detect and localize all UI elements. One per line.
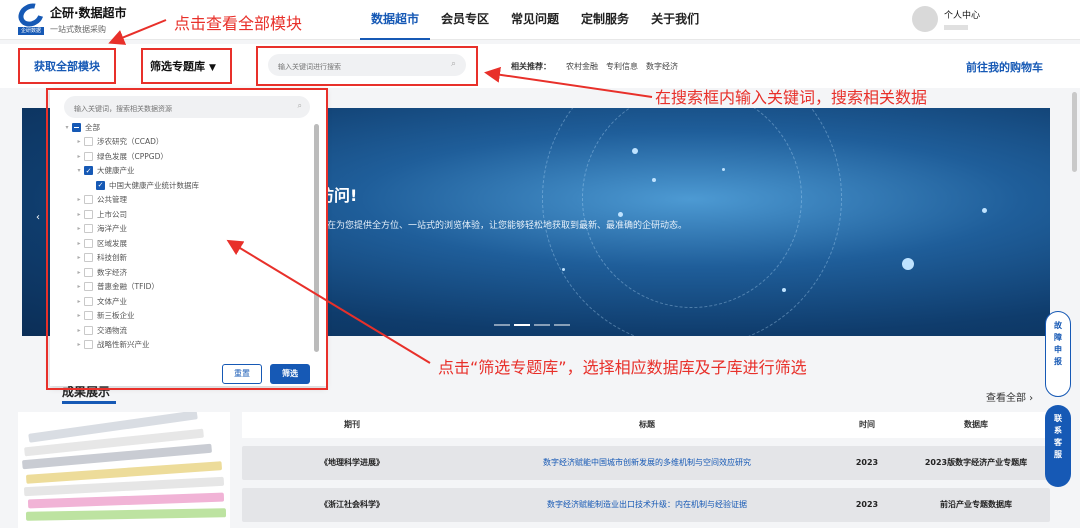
annotation-arrow (108, 19, 167, 45)
annotation-arrows (108, 19, 653, 364)
annotation-arrow (484, 66, 653, 98)
annotation-arrow (226, 239, 431, 364)
annotation-search-hint: 在搜索框内输入关键词，搜索相关数据 (655, 88, 928, 107)
annotation-filter-hint: 点击“筛选专题库”，选择相应数据库及子库进行筛选 (438, 358, 807, 377)
annotation-view-all-modules: 点击查看全部模块 (174, 14, 303, 33)
